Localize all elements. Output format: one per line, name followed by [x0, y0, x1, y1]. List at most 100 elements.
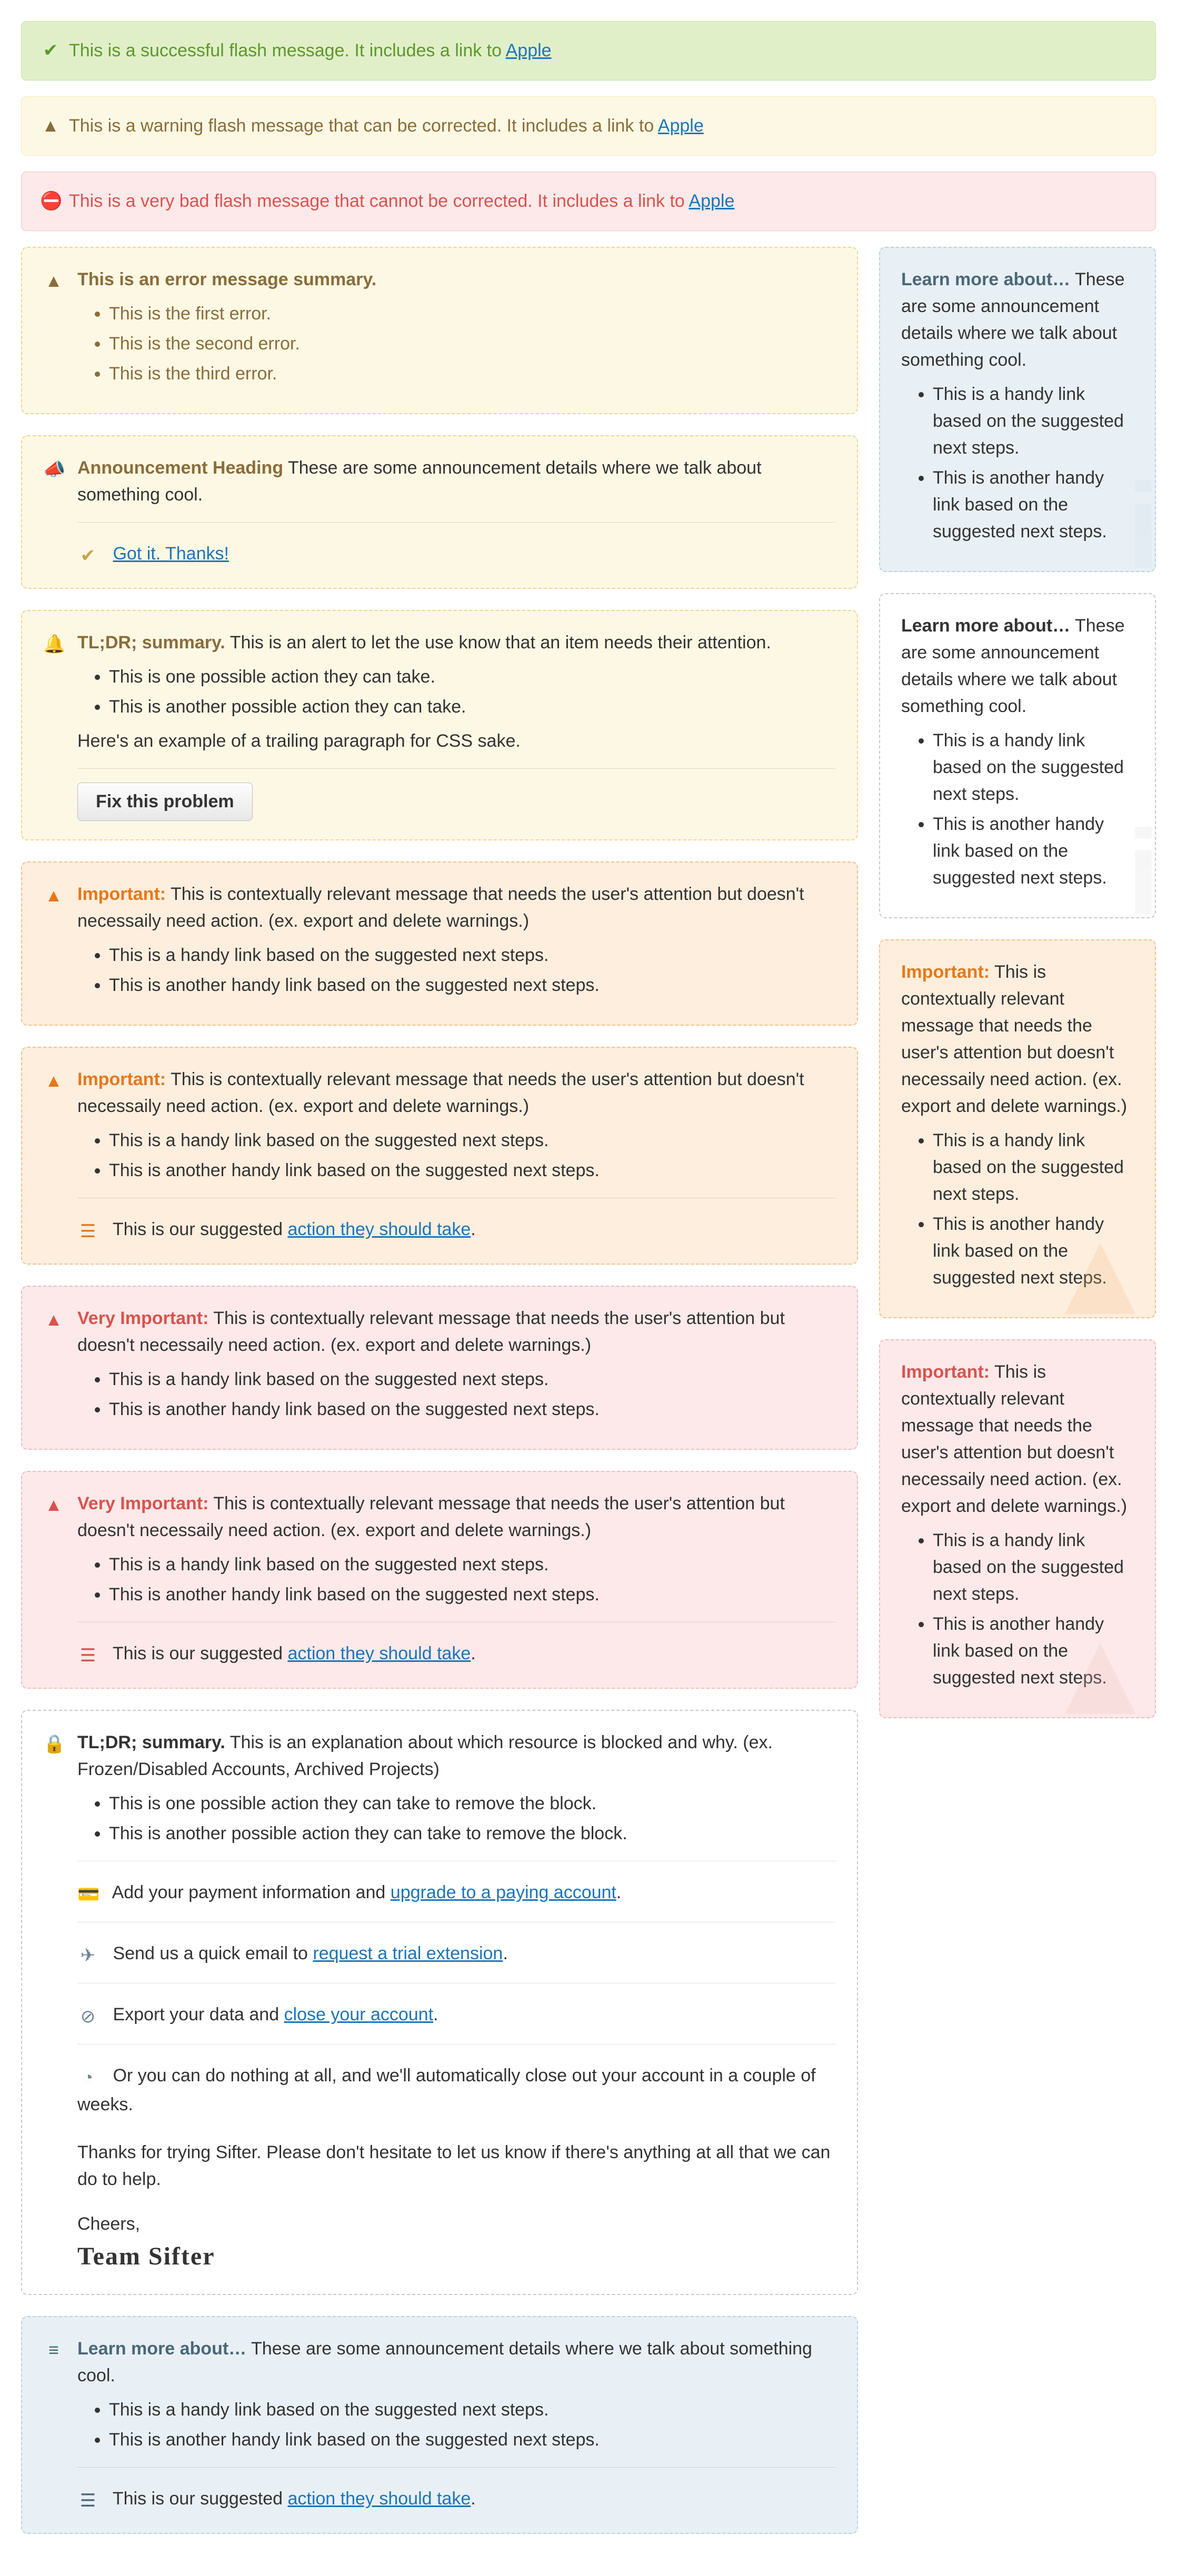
stop-icon: ⛔	[40, 188, 61, 215]
side-very-important: ▲ Important: This is contextually releva…	[879, 1339, 1156, 1718]
learn-more-item: This is another handy link based on the …	[109, 2427, 836, 2453]
error-item: This is the third error.	[109, 360, 836, 387]
action-link[interactable]: action they should take	[287, 1643, 471, 1663]
warning-icon: ▲	[43, 1068, 64, 1095]
important-card: ▲ Important: This is contextually releva…	[21, 861, 858, 1026]
learn-more-card: ≡ Learn more about… These are some annou…	[21, 2316, 858, 2534]
important-item: This is another handy link based on the …	[109, 972, 836, 999]
flash-warning: ▲ This is a warning flash message that c…	[21, 96, 1156, 156]
side-important: ▲ Important: This is contextually releva…	[879, 939, 1156, 1318]
side-important-label: Important:	[901, 1362, 990, 1382]
announcement-card: 📣 Announcement Heading These are some an…	[21, 435, 858, 589]
locked-card: 🔒 TL;DR; summary. This is an explanation…	[21, 1710, 858, 2295]
list-icon: ☰	[77, 1218, 98, 1245]
important-text: This is contextually relevant message th…	[77, 884, 804, 931]
side-item: This is a handy link based on the sugges…	[933, 1127, 1134, 1208]
very-important-label: Very Important:	[77, 1308, 208, 1328]
side-important-text: This is contextually relevant message th…	[901, 1362, 1127, 1516]
side-important-text: This is contextually relevant message th…	[901, 962, 1127, 1116]
export-post: .	[433, 2004, 438, 2024]
action-suffix: .	[471, 1643, 475, 1663]
alert-item: This is one possible action they can tak…	[109, 664, 836, 690]
locked-summary: TL;DR; summary.	[77, 1732, 225, 1752]
action-prefix: This is our suggested	[113, 1643, 288, 1663]
got-it-link[interactable]: Got it. Thanks!	[113, 544, 228, 564]
side-item: This is another handy link based on the …	[933, 1611, 1134, 1691]
alert-item: This is another possible action they can…	[109, 694, 836, 720]
email-pre: Send us a quick email to	[113, 1943, 313, 1963]
speaker-icon: 📣	[43, 456, 64, 483]
warning-icon: ▲	[40, 113, 61, 139]
flash-warning-link[interactable]: Apple	[658, 116, 704, 136]
side-item: This is another handy link based on the …	[933, 811, 1134, 891]
clock-icon: ◔	[77, 2064, 98, 2091]
announcement-heading: Announcement Heading	[77, 458, 283, 478]
ban-icon: ⊘	[77, 2003, 98, 2030]
important-item: This is a handy link based on the sugges…	[109, 942, 836, 969]
very-important-item: This is another handy link based on the …	[109, 1581, 836, 1608]
important-item: This is another handy link based on the …	[109, 1157, 836, 1184]
action-suffix: .	[471, 2489, 475, 2509]
list-icon: ☰	[77, 2488, 98, 2514]
warning-icon: ▲	[43, 883, 64, 909]
action-prefix: This is our suggested	[113, 2489, 288, 2509]
thanks-text: Thanks for trying Sifter. Please don't h…	[77, 2139, 836, 2193]
cheers: Cheers,	[77, 2211, 836, 2238]
trial-extension-link[interactable]: request a trial extension	[313, 1943, 503, 1963]
very-important-card: ▲ Very Important: This is contextually r…	[21, 1286, 858, 1450]
check-icon: ✔	[77, 543, 98, 569]
bell-icon: 🔔	[43, 631, 64, 658]
locked-item: This is another possible action they can…	[109, 1820, 836, 1847]
important-item: This is a handy link based on the sugges…	[109, 1127, 836, 1154]
important-card-with-action: ▲ Important: This is contextually releva…	[21, 1047, 858, 1265]
warning-icon: ▲	[43, 1492, 64, 1519]
flash-warning-text: This is a warning flash message that can…	[69, 116, 658, 136]
sliders-icon: ≡	[43, 2337, 64, 2364]
close-account-link[interactable]: close your account	[284, 2004, 434, 2024]
side-learn-more-blue: i Learn more about… These are some annou…	[879, 247, 1156, 572]
flash-success: ✔ This is a successful flash message. It…	[21, 21, 1156, 81]
error-summary-card: ▲ This is an error message summary. This…	[21, 247, 858, 414]
side-item: This is another handy link based on the …	[933, 1211, 1134, 1291]
learn-more-item: This is a handy link based on the sugges…	[109, 2397, 836, 2423]
very-important-item: This is a handy link based on the sugges…	[109, 1551, 836, 1578]
side-important-label: Important:	[901, 962, 990, 982]
flash-error-link[interactable]: Apple	[689, 191, 734, 211]
side-item: This is a handy link based on the sugges…	[933, 1527, 1134, 1608]
learn-more-heading: Learn more about…	[77, 2339, 246, 2359]
flash-success-link[interactable]: Apple	[506, 41, 552, 61]
check-icon: ✔	[40, 37, 61, 64]
pay-post: .	[616, 1882, 621, 1902]
side-item: This is a handy link based on the sugges…	[933, 381, 1134, 462]
error-summary: This is an error message summary.	[77, 269, 376, 289]
flash-error: ⛔ This is a very bad flash message that …	[21, 172, 1156, 231]
side-item: This is a handy link based on the sugges…	[933, 727, 1134, 808]
nothing-text: Or you can do nothing at all, and we'll …	[77, 2066, 816, 2114]
alert-card: 🔔 TL;DR; summary. This is an alert to le…	[21, 610, 858, 840]
upgrade-link[interactable]: upgrade to a paying account	[391, 1882, 616, 1902]
alert-summary: TL;DR; summary.	[77, 633, 225, 653]
side-heading: Learn more about…	[901, 269, 1070, 289]
locked-item: This is one possible action they can tak…	[109, 1790, 836, 1817]
signature: Team Sifter	[77, 2238, 836, 2276]
lock-icon: 🔒	[43, 1731, 64, 1758]
email-post: .	[503, 1943, 507, 1963]
alert-text: This is an alert to let the use know tha…	[230, 633, 771, 653]
side-heading: Learn more about…	[901, 616, 1070, 636]
very-important-label: Very Important:	[77, 1494, 208, 1513]
action-link[interactable]: action they should take	[287, 1219, 471, 1239]
plane-icon: ✈	[77, 1942, 98, 1969]
fix-problem-button[interactable]: Fix this problem	[77, 783, 253, 821]
side-learn-more-grey: i Learn more about… These are some annou…	[879, 593, 1156, 918]
export-pre: Export your data and	[113, 2004, 284, 2024]
flash-error-text: This is a very bad flash message that ca…	[69, 191, 689, 211]
error-item: This is the first error.	[109, 300, 836, 327]
action-suffix: .	[471, 1219, 475, 1239]
important-text: This is contextually relevant message th…	[77, 1069, 804, 1116]
flash-success-text: This is a successful flash message. It i…	[69, 41, 506, 61]
list-icon: ☰	[77, 1642, 98, 1669]
important-label: Important:	[77, 1069, 166, 1089]
warning-icon: ▲	[43, 268, 64, 295]
pay-pre: Add your payment information and	[112, 1882, 391, 1902]
action-link[interactable]: action they should take	[287, 2489, 471, 2509]
